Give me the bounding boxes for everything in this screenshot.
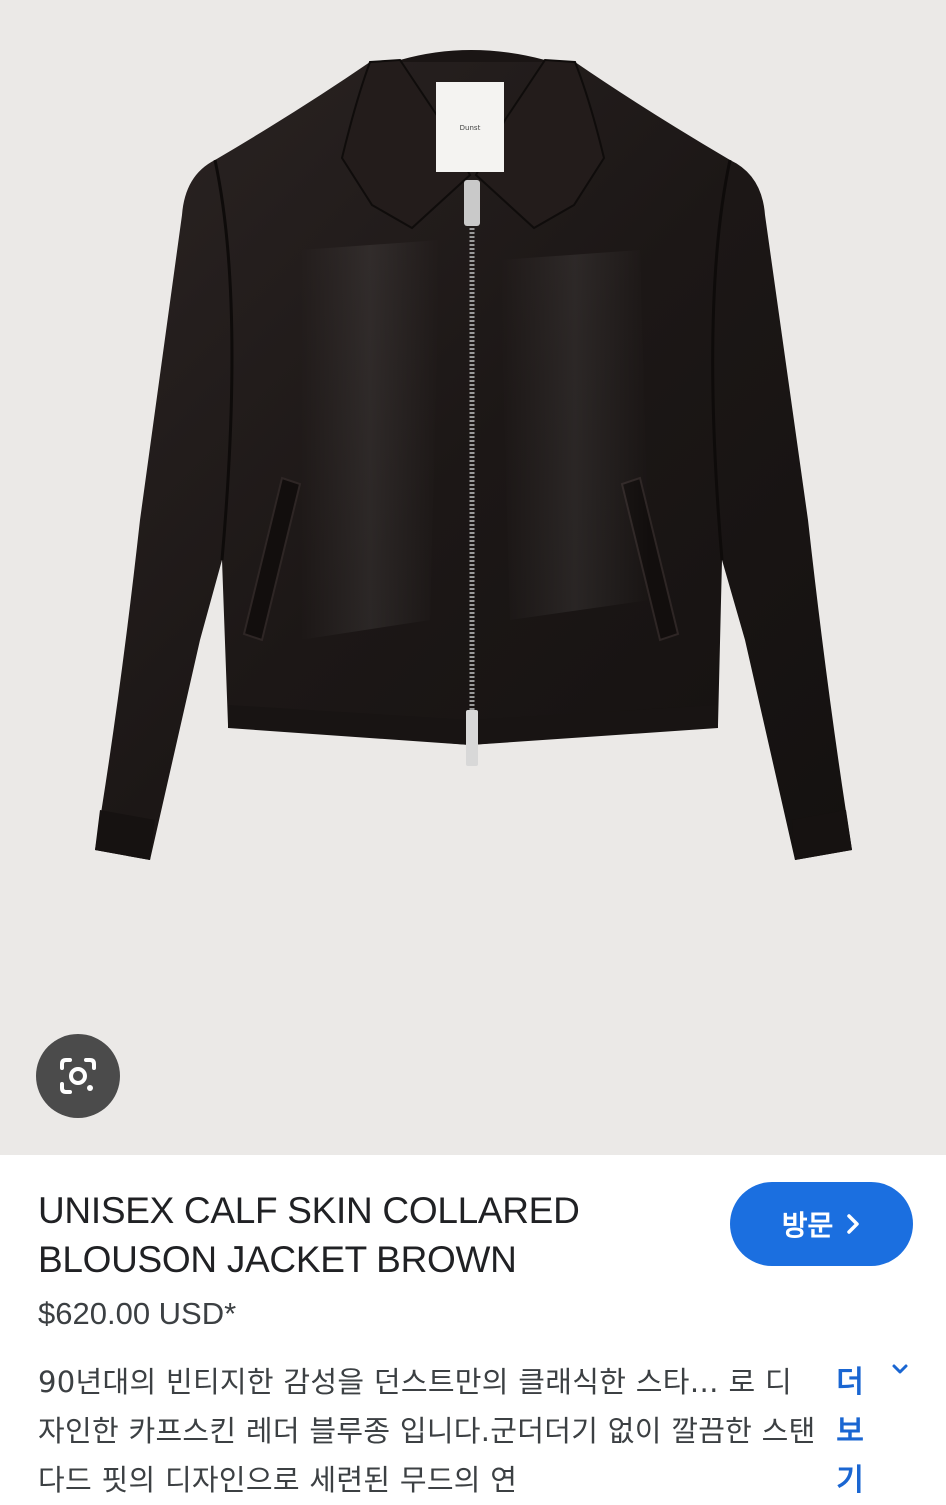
product-description: 90년대의 빈티지한 감성을 던스트만의 클래식한 스타… 로 디자인한 카프스… <box>38 1365 816 1497</box>
google-lens-icon <box>60 1058 96 1094</box>
chevron-right-icon <box>847 1214 860 1234</box>
visit-button-label: 방문 <box>781 1209 834 1242</box>
visit-button[interactable]: 방문 <box>730 1182 913 1266</box>
product-image-area[interactable]: Dunst <box>0 0 946 1155</box>
jacket-image: Dunst <box>95 50 852 860</box>
more-button-label: 더보기 <box>836 1365 864 1498</box>
chevron-down-icon <box>892 1364 908 1374</box>
google-lens-button[interactable] <box>36 1034 120 1118</box>
product-title[interactable]: UNISEX CALF SKIN COLLARED BLOUSON JACKET… <box>38 1186 678 1284</box>
brand-label-text: Dunst <box>460 124 481 132</box>
product-price: $620.00 USD* <box>38 1296 237 1331</box>
